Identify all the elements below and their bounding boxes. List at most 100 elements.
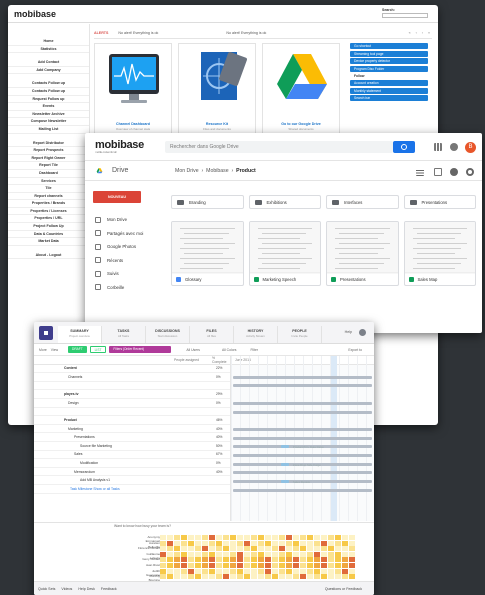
help-link[interactable]: Help — [345, 330, 352, 334]
workload-cell[interactable] — [321, 540, 327, 546]
workload-cell[interactable] — [251, 551, 257, 557]
workload-cell[interactable] — [181, 540, 187, 546]
workload-cell[interactable] — [293, 568, 299, 574]
table-row[interactable]: Product 46% — [34, 416, 230, 425]
workload-cell[interactable] — [265, 540, 271, 546]
footer-link[interactable]: Quick Sets — [38, 587, 55, 591]
workload-cell[interactable] — [286, 546, 292, 552]
workload-cell[interactable] — [328, 540, 334, 546]
workload-cell[interactable] — [321, 551, 327, 557]
sidebar-item[interactable]: Request Follow up — [8, 96, 89, 104]
gantt-bar[interactable] — [233, 436, 372, 440]
breadcrumb-current[interactable]: Product — [236, 168, 256, 174]
table-row[interactable]: playes.tv 29% — [34, 390, 230, 399]
workload-cell[interactable] — [160, 568, 166, 574]
workload-cell[interactable] — [272, 574, 278, 580]
workload-cell[interactable] — [279, 563, 285, 568]
table-row[interactable]: Marketing 40% — [34, 425, 230, 434]
workload-cell[interactable] — [167, 535, 173, 540]
file-card[interactable]: Presentations — [326, 221, 399, 286]
workload-cell[interactable] — [181, 568, 187, 574]
workload-cell[interactable] — [321, 535, 327, 540]
workload-cell[interactable] — [160, 540, 166, 546]
sidebar-item[interactable]: Corbeille — [85, 281, 167, 295]
workload-cell[interactable] — [174, 546, 180, 552]
workload-cell[interactable] — [244, 563, 250, 568]
workload-cell[interactable] — [265, 551, 271, 557]
workload-cell[interactable] — [286, 557, 292, 563]
workload-cell[interactable] — [237, 546, 243, 552]
workload-cell[interactable] — [279, 574, 285, 580]
workload-cell[interactable] — [223, 551, 229, 557]
tab-discussions[interactable]: DISCUSSIONS Start discussion — [146, 326, 190, 343]
workload-cell[interactable] — [230, 540, 236, 546]
export-menu[interactable]: Export to — [348, 348, 362, 352]
workload-cell[interactable] — [216, 551, 222, 557]
workload-cell[interactable] — [174, 574, 180, 580]
workload-cell[interactable] — [321, 568, 327, 574]
workload-cell[interactable] — [314, 568, 320, 574]
sidebar-item[interactable]: Home — [8, 38, 89, 46]
workload-cell[interactable] — [244, 568, 250, 574]
workload-cell[interactable] — [279, 551, 285, 557]
workload-cell[interactable] — [300, 546, 306, 552]
workload-cell[interactable] — [314, 557, 320, 563]
list-button[interactable]: LIST — [89, 346, 107, 353]
folder-item[interactable]: Presentations — [403, 195, 476, 209]
workload-cell[interactable] — [230, 535, 236, 540]
workload-cell[interactable] — [167, 568, 173, 574]
workload-cell[interactable] — [160, 557, 166, 563]
sidebar-item[interactable]: Properties / URL — [8, 215, 89, 224]
workload-cell[interactable] — [223, 574, 229, 580]
workload-cell[interactable] — [202, 546, 208, 552]
app-logo-icon[interactable] — [39, 326, 53, 340]
workload-cell[interactable] — [195, 574, 201, 580]
sidebar-item[interactable]: Tile — [8, 185, 89, 193]
workload-cell[interactable] — [335, 574, 341, 580]
sidebar-item[interactable]: Add Contact — [8, 59, 89, 67]
sidebar-item[interactable]: Newsletter Archive — [8, 111, 89, 119]
table-row[interactable]: Presentations 40% — [34, 433, 230, 442]
workload-cell[interactable] — [279, 546, 285, 552]
workload-cell[interactable] — [244, 546, 250, 552]
workload-cell[interactable] — [174, 568, 180, 574]
more-menu[interactable]: More — [39, 348, 47, 352]
workload-cell[interactable] — [209, 557, 215, 563]
workload-cell[interactable] — [188, 551, 194, 557]
table-row[interactable]: Modification 0% — [34, 459, 230, 468]
settings-gear-icon[interactable] — [466, 168, 474, 176]
workload-cell[interactable] — [335, 568, 341, 574]
workload-cell[interactable] — [300, 563, 306, 568]
workload-cell[interactable] — [335, 546, 341, 552]
sidebar-item[interactable]: Data & Countries — [8, 231, 89, 239]
workload-cell[interactable] — [258, 557, 264, 563]
tab-history[interactable]: HISTORY Activity Stream — [234, 326, 278, 343]
workload-cell[interactable] — [300, 551, 306, 557]
workload-cell[interactable] — [293, 563, 299, 568]
filter-toggle[interactable]: Filter — [250, 348, 258, 352]
sidebar-item[interactable]: About - Logout — [8, 252, 89, 260]
tab-files[interactable]: FILES All files — [190, 326, 234, 343]
workload-cell[interactable] — [202, 551, 208, 557]
workload-cell[interactable] — [181, 574, 187, 580]
tab-people[interactable]: PEOPLE Invite People — [278, 326, 322, 343]
workload-cell[interactable] — [314, 551, 320, 557]
table-row[interactable]: Task Milestone Show or all Tasks — [34, 485, 230, 494]
workload-cell[interactable] — [251, 557, 257, 563]
workload-cell[interactable] — [230, 568, 236, 574]
workload-cell[interactable] — [160, 563, 166, 568]
sidebar-item[interactable]: Market Data — [8, 238, 89, 246]
workload-cell[interactable] — [293, 574, 299, 580]
workload-cell[interactable] — [342, 551, 348, 557]
sidebar-item[interactable]: Properties / Licenses — [8, 208, 89, 216]
workload-cell[interactable] — [167, 546, 173, 552]
quick-link-button[interactable]: Monthly statement — [350, 87, 428, 94]
workload-cell[interactable] — [216, 574, 222, 580]
workload-cell[interactable] — [195, 563, 201, 568]
workload-cell[interactable] — [167, 574, 173, 580]
quick-link-button[interactable]: Program Disc Folder — [350, 65, 428, 72]
drive-search-input[interactable]: Rechercher dans Google Drive — [165, 141, 393, 153]
workload-cell[interactable] — [342, 535, 348, 540]
workload-cell[interactable] — [209, 540, 215, 546]
folder-item[interactable]: Interfaces — [326, 195, 399, 209]
